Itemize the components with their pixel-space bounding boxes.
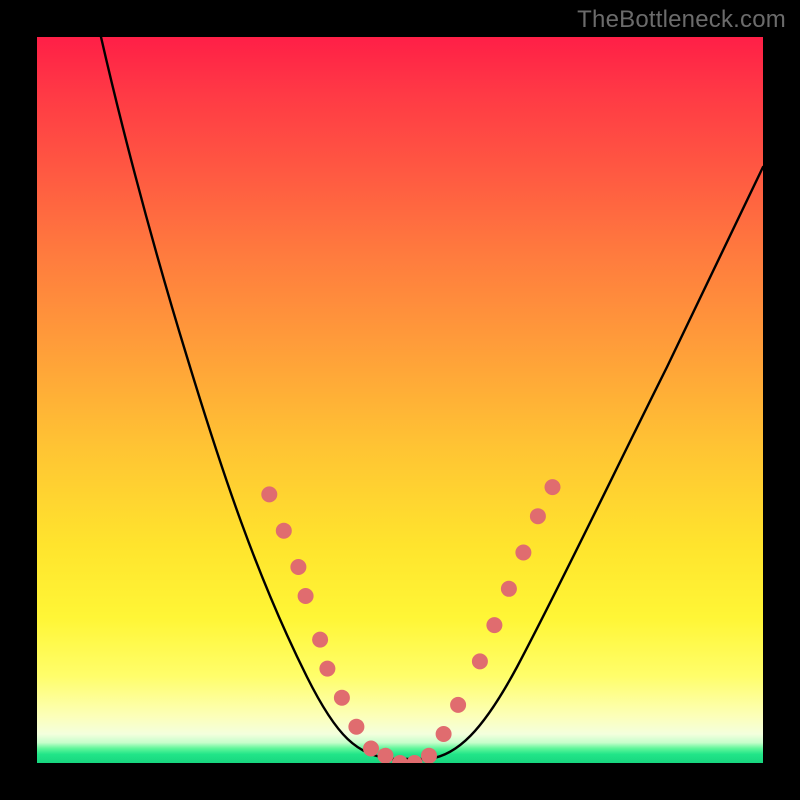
plot-area (37, 37, 763, 763)
watermark-text: TheBottleneck.com (577, 6, 786, 34)
chart-canvas: TheBottleneck.com (0, 0, 800, 800)
